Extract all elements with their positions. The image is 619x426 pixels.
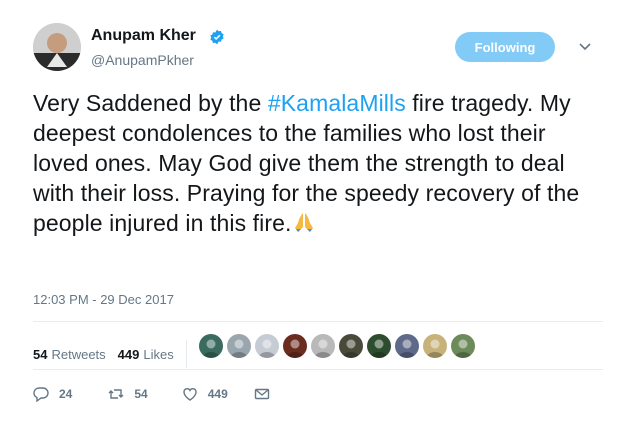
divider [33, 321, 603, 322]
liker-avatar[interactable] [311, 334, 335, 358]
folded-hands-icon [294, 213, 313, 232]
retweet-icon [108, 389, 124, 399]
engagement-stats: 54 Retweets 449 Likes [33, 340, 197, 368]
liker-avatar[interactable] [255, 334, 279, 358]
tweet-text: Very Saddened by the #KamalaMills fire t… [33, 88, 603, 238]
tweet-actions: 24 54 449 [33, 386, 302, 402]
tweet-text-part: Very Saddened by the [33, 90, 268, 116]
liker-avatars [199, 334, 479, 358]
stats-separator [185, 340, 187, 368]
following-button[interactable]: Following [455, 32, 555, 62]
heart-icon [183, 388, 197, 401]
retweets-label: Retweets [51, 346, 106, 362]
liker-avatar[interactable] [283, 334, 307, 358]
hashtag-link[interactable]: #KamalaMills [268, 90, 406, 116]
like-button[interactable]: 449 [182, 386, 228, 402]
liker-avatar[interactable] [339, 334, 363, 358]
likes-label: Likes [143, 346, 174, 362]
liker-avatar[interactable] [395, 334, 419, 358]
likes-stat[interactable]: 449 Likes [118, 347, 174, 362]
reply-count: 24 [59, 387, 73, 401]
divider [33, 369, 603, 370]
retweet-button[interactable]: 54 [108, 386, 148, 402]
avatar[interactable] [33, 23, 81, 71]
retweets-count: 54 [33, 346, 48, 362]
liker-avatar[interactable] [423, 334, 447, 358]
tweet-timestamp[interactable]: 12:03 PM - 29 Dec 2017 [33, 292, 174, 307]
verified-badge-icon [210, 29, 224, 45]
user-handle[interactable]: @AnupamPkher [91, 52, 194, 68]
reply-button[interactable]: 24 [33, 386, 72, 402]
retweets-stat[interactable]: 54 Retweets [33, 347, 106, 362]
chevron-down-icon[interactable] [578, 39, 592, 53]
liker-avatar[interactable] [367, 334, 391, 358]
user-name[interactable]: Anupam Kher [91, 27, 196, 45]
reply-icon [33, 387, 49, 402]
liker-avatar[interactable] [199, 334, 223, 358]
liker-avatar[interactable] [451, 334, 475, 358]
likes-count: 449 [117, 346, 140, 362]
direct-message-button[interactable] [254, 386, 280, 402]
retweet-count: 54 [134, 387, 148, 401]
envelope-icon [254, 388, 269, 400]
liker-avatar[interactable] [227, 334, 251, 358]
like-count: 449 [207, 387, 228, 401]
